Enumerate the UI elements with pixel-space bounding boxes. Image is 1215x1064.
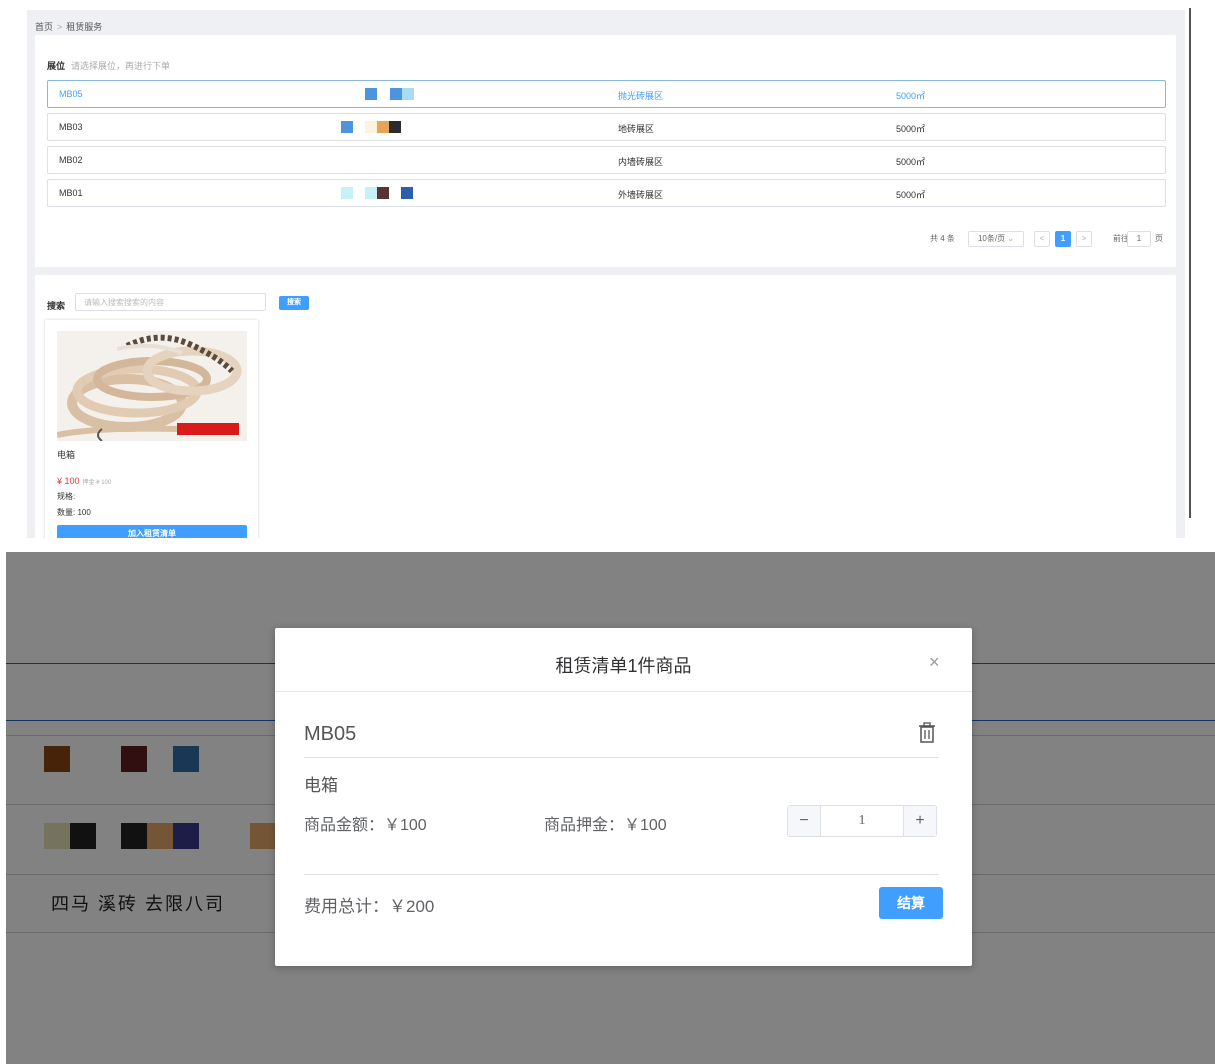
page-1-button[interactable]: 1 — [1055, 231, 1071, 247]
page-size-value: 10条/页 — [977, 234, 1006, 243]
breadcrumb: 首页 > 租赁服务 — [35, 20, 102, 33]
booth-zone: 外墙砖展区 — [618, 190, 664, 200]
color-swatch — [389, 121, 401, 133]
rental-list-dialog: 租赁清单1件商品 × MB05 电箱 商品金额：￥100 商品押金：￥100 −… — [275, 628, 972, 966]
product-price: ¥ 100 押金 ¥ 100 — [57, 476, 111, 486]
prev-page-button[interactable]: < — [1034, 231, 1050, 247]
page-size-select[interactable]: 10条/页 ⌄ — [968, 231, 1024, 247]
next-page-button[interactable]: > — [1076, 231, 1092, 247]
close-icon[interactable]: × — [929, 652, 940, 673]
booth-code: MB03 — [59, 122, 83, 132]
product-spec: 规格: — [57, 492, 76, 501]
search-input[interactable]: 请输入搜索搜索的内容 — [75, 293, 266, 311]
booth-code: MB02 — [59, 155, 83, 165]
dialog-divider — [304, 874, 939, 875]
search-button[interactable]: 搜索 — [279, 296, 309, 310]
booth-area: 5000㎡ — [896, 190, 926, 200]
search-label: 搜索 — [47, 301, 66, 311]
booth-row-mb05[interactable]: MB05 抛光砖展区 5000㎡ — [47, 80, 1166, 108]
pagination: 共 4 条 10条/页 ⌄ < 1 > 前往 1 页 — [930, 231, 1170, 247]
color-swatch — [390, 88, 402, 100]
dialog-divider — [275, 691, 972, 692]
product-card-section: 搜索 请输入搜索搜索的内容 搜索 电箱 ¥ 100 押金 ¥ 100 规格: 数… — [35, 275, 1176, 538]
quantity-stepper: − 1 + — [787, 805, 937, 837]
item-deposit: 商品押金：￥100 — [544, 817, 667, 834]
booth-area: 5000㎡ — [896, 91, 926, 101]
dialog-divider — [304, 757, 939, 758]
rental-page: 首页 > 租赁服务 展位 请选择展位，再进行下单 MB05 抛光砖展区 5000㎡ M… — [27, 10, 1185, 538]
deposit-value: 押金 ¥ 100 — [82, 480, 112, 486]
price-value: ¥ 100 — [57, 476, 80, 486]
color-swatch — [365, 121, 377, 133]
product-name: 电箱 — [57, 450, 76, 460]
quantity-input[interactable]: 1 — [821, 806, 903, 836]
color-swatch — [365, 88, 377, 100]
checkout-button[interactable]: 结算 — [879, 887, 943, 919]
trash-icon[interactable] — [918, 722, 936, 744]
booth-title: 展位 — [47, 61, 66, 71]
booth-card: 展位 请选择展位，再进行下单 MB05 抛光砖展区 5000㎡ MB03 地砖展区… — [35, 35, 1176, 267]
add-to-rental-list-button[interactable]: 加入租赁清单 — [57, 525, 247, 538]
product-quantity: 数量: 100 — [57, 508, 91, 517]
color-swatch — [402, 88, 414, 100]
breadcrumb-home[interactable]: 首页 — [35, 22, 53, 32]
booth-code: MB05 — [59, 89, 83, 99]
booth-zone: 内墙砖展区 — [618, 157, 664, 167]
booth-zone: 抛光砖展区 — [618, 91, 664, 101]
pagination-total: 共 4 条 — [930, 234, 955, 243]
decrease-button[interactable]: − — [788, 806, 821, 836]
product-card: 电箱 ¥ 100 押金 ¥ 100 规格: 数量: 100 加入租赁清单 — [45, 320, 258, 538]
item-name: 电箱 — [304, 776, 338, 795]
breadcrumb-current: 租赁服务 — [66, 22, 103, 32]
booth-row-mb01[interactable]: MB01 外墙砖展区 5000㎡ — [47, 179, 1166, 207]
color-swatch — [401, 187, 413, 199]
goto-page-input[interactable]: 1 — [1127, 231, 1151, 247]
page-unit-label: 页 — [1155, 234, 1163, 243]
total-cost: 费用总计：￥200 — [304, 897, 435, 916]
color-swatch — [377, 121, 389, 133]
rental-list-dialog-screen: 四马 溪砖 去限八司 租赁清单1件商品 × MB05 电箱 商品金额：￥100 … — [6, 552, 1215, 1064]
booth-code: MB01 — [59, 188, 83, 198]
booth-heading: 展位 请选择展位，再进行下单 — [47, 59, 170, 72]
color-swatch — [341, 187, 353, 199]
scrollbar[interactable] — [1189, 8, 1191, 518]
booth-area: 5000㎡ — [896, 124, 926, 134]
increase-button[interactable]: + — [903, 806, 936, 836]
color-swatch — [377, 187, 389, 199]
rope-image — [57, 331, 247, 441]
product-image — [57, 331, 247, 441]
booth-area: 5000㎡ — [896, 157, 926, 167]
color-swatch — [365, 187, 377, 199]
chevron-down-icon: ⌄ — [1007, 234, 1015, 243]
dialog-title: 租赁清单1件商品 — [555, 656, 692, 676]
booth-row-mb02[interactable]: MB02 内墙砖展区 5000㎡ — [47, 146, 1166, 174]
breadcrumb-separator: > — [57, 22, 63, 32]
booth-code: MB05 — [304, 723, 357, 745]
booth-hint: 请选择展位，再进行下单 — [71, 61, 171, 71]
item-amount: 商品金额：￥100 — [304, 817, 427, 834]
color-swatch — [341, 121, 353, 133]
booth-row-mb03[interactable]: MB03 地砖展区 5000㎡ — [47, 113, 1166, 141]
booth-zone: 地砖展区 — [618, 124, 655, 134]
